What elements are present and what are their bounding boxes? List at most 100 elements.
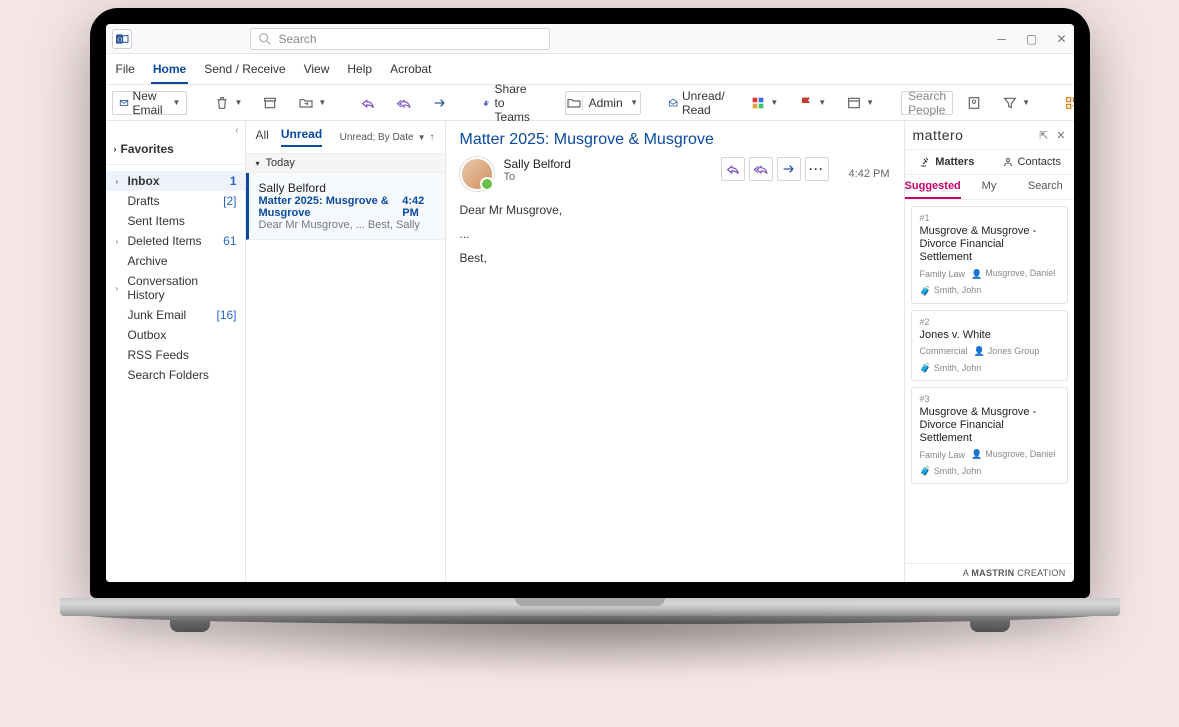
briefcase-icon: 🧳 (920, 286, 931, 297)
reply-all-button[interactable] (389, 91, 419, 115)
arrow-up-icon: ↑ (430, 132, 435, 143)
chevron-down-icon: ▼ (173, 98, 181, 107)
forward-button[interactable] (777, 157, 801, 181)
favorites-label: Favorites (121, 142, 174, 156)
menu-home[interactable]: Home (151, 60, 188, 84)
folder-search-folders[interactable]: Search Folders (106, 365, 245, 385)
new-email-button[interactable]: New Email ▼ (112, 91, 188, 115)
folder-icon (566, 95, 582, 111)
avatar (460, 157, 494, 191)
chevron-down-icon: ▼ (318, 98, 326, 107)
reply-all-icon (753, 161, 769, 177)
popout-icon[interactable]: ⇱ (1039, 129, 1048, 142)
sort-button[interactable]: Unread; By Date ▼ ↑ (340, 132, 435, 143)
rules-button[interactable]: ▼ (839, 91, 881, 115)
card-person: Smith, John (934, 467, 982, 476)
message-item[interactable]: Sally Belford Matter 2025: Musgrove & Mu… (246, 173, 445, 240)
trash-icon (214, 95, 230, 111)
folder-label: Junk Email (128, 308, 187, 322)
admin-combo[interactable]: Admin ▼ (565, 91, 641, 115)
global-search[interactable]: Search (250, 28, 550, 50)
favorites-header[interactable]: › Favorites (106, 136, 245, 165)
archive-icon (262, 95, 278, 111)
folder-count: [16] (216, 308, 236, 322)
reply-all-button[interactable] (749, 157, 773, 181)
addins-button[interactable] (1057, 91, 1073, 115)
folder-drafts[interactable]: Drafts [2] (106, 191, 245, 211)
menu-file[interactable]: File (114, 60, 137, 84)
archive-button[interactable] (255, 91, 285, 115)
filter-button[interactable]: ▼ (995, 91, 1037, 115)
forward-icon (432, 95, 448, 111)
folder-archive[interactable]: Archive (106, 251, 245, 271)
chevron-down-icon: ▼ (234, 98, 242, 107)
chevron-down-icon: ▼ (418, 133, 426, 142)
subtab-search[interactable]: Search (1017, 175, 1073, 199)
move-button[interactable]: ▼ (291, 91, 333, 115)
folder-count: [2] (223, 194, 236, 208)
tab-contacts[interactable]: Contacts (989, 150, 1074, 174)
folder-inbox[interactable]: ›Inbox 1 (106, 171, 245, 191)
folder-junk[interactable]: Junk Email [16] (106, 305, 245, 325)
reply-button[interactable] (353, 91, 383, 115)
group-label: Today (266, 157, 295, 169)
folder-list: ›Inbox 1 Drafts [2] Sent Items ›Deleted … (106, 165, 245, 391)
flag-button[interactable]: ▼ (791, 91, 833, 115)
message-preview: Dear Mr Musgrove, ... Best, Sally (259, 219, 435, 231)
chevron-right-icon: › (116, 177, 124, 186)
folder-outbox[interactable]: Outbox (106, 325, 245, 345)
menu-send-receive[interactable]: Send / Receive (202, 60, 287, 84)
close-button[interactable]: ✕ (1056, 32, 1068, 46)
close-icon[interactable]: ✕ (1056, 129, 1065, 142)
collapse-folders-button[interactable]: ‹ (106, 121, 245, 136)
folder-rss[interactable]: RSS Feeds (106, 345, 245, 365)
card-person: Musgrove, Daniel (985, 450, 1055, 459)
chevron-down-icon: ▼ (770, 98, 778, 107)
reply-button[interactable] (721, 157, 745, 181)
unread-read-button[interactable]: Unread/ Read (661, 91, 738, 115)
search-people-input[interactable]: Search People (901, 91, 953, 115)
delete-button[interactable]: ▼ (207, 91, 249, 115)
mattero-panel: mattero ⇱ ✕ Matters Contact (904, 121, 1074, 582)
tab-matters[interactable]: Matters (905, 150, 990, 174)
chevron-right-icon: › (116, 237, 124, 246)
menu-help[interactable]: Help (345, 60, 374, 84)
card-index: #1 (920, 213, 1059, 223)
address-book-button[interactable] (959, 91, 989, 115)
folder-count: 61 (223, 234, 236, 248)
share-to-teams-button[interactable]: Share to Teams (475, 91, 544, 115)
folder-pane: ‹ › Favorites ›Inbox 1 Drafts [2] (106, 121, 246, 582)
tab-all[interactable]: All (256, 128, 269, 146)
folder-deleted[interactable]: ›Deleted Items 61 (106, 231, 245, 251)
matter-card[interactable]: #2 Jones v. White Commercial 👤Jones Grou… (911, 310, 1068, 381)
matter-card[interactable]: #1 Musgrove & Musgrove - Divorce Financi… (911, 206, 1068, 304)
panel-footer: A MASTRIN CREATION (905, 563, 1074, 582)
reading-actions: ··· (721, 157, 829, 181)
message-subject: Matter 2025: Musgrove & Musgrove (259, 195, 403, 219)
maximize-button[interactable]: ▢ (1026, 32, 1038, 46)
folder-sent[interactable]: Sent Items (106, 211, 245, 231)
more-actions-button[interactable]: ··· (805, 157, 829, 181)
main-area: ‹ › Favorites ›Inbox 1 Drafts [2] (106, 121, 1074, 582)
card-index: #2 (920, 317, 1059, 327)
matter-card[interactable]: #3 Musgrove & Musgrove - Divorce Financi… (911, 387, 1068, 485)
minimize-button[interactable]: ─ (996, 32, 1008, 46)
body-line: ... (460, 227, 890, 241)
tab-unread[interactable]: Unread (281, 127, 322, 147)
subtab-suggested[interactable]: Suggested (905, 175, 961, 199)
reply-icon (725, 161, 741, 177)
filter-icon (1002, 95, 1018, 111)
folder-label: Outbox (128, 328, 167, 342)
reading-body: Dear Mr Musgrove, ... Best, (460, 203, 890, 275)
menu-acrobat[interactable]: Acrobat (388, 60, 433, 84)
folder-conversation-history[interactable]: ›Conversation History (106, 271, 245, 305)
gavel-icon (919, 156, 931, 168)
card-tag: Commercial (920, 346, 968, 356)
categorize-button[interactable]: ▼ (743, 91, 785, 115)
subtab-my[interactable]: My (961, 175, 1017, 199)
group-today[interactable]: ▾ Today (246, 154, 445, 173)
forward-button[interactable] (425, 91, 455, 115)
reading-header: Sally Belford To ··· 4:42 PM (460, 157, 890, 191)
outlook-icon: O (112, 29, 132, 49)
menu-view[interactable]: View (302, 60, 332, 84)
